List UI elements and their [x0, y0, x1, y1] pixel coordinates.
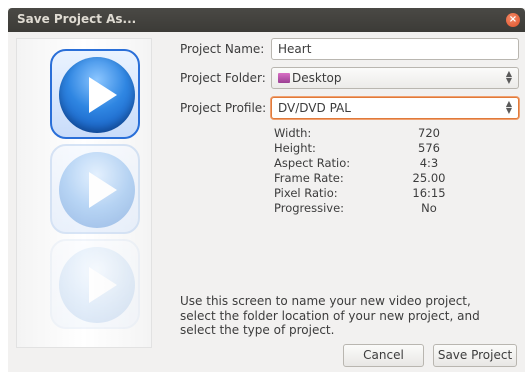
- project-folder-value: Desktop: [292, 71, 342, 85]
- help-line: Use this screen to name your new video p…: [180, 294, 471, 308]
- project-name-value: Heart: [278, 42, 312, 56]
- cancel-button[interactable]: Cancel: [343, 344, 424, 367]
- detail-value: 576: [418, 141, 440, 155]
- detail-value: 4:3: [419, 156, 439, 170]
- detail-name: Pixel Ratio:: [274, 186, 338, 200]
- detail-value: No: [421, 201, 437, 215]
- project-profile-select[interactable]: DV/DVD PAL ▲ ▼: [271, 97, 519, 119]
- project-profile-value: DV/DVD PAL: [278, 101, 351, 115]
- play-icon: [89, 172, 117, 208]
- titlebar: Save Project As... ×: [8, 8, 525, 32]
- detail-name: Frame Rate:: [274, 171, 344, 185]
- save-project-dialog: Save Project As... × Project Name: Heart…: [8, 8, 525, 372]
- play-icon: [89, 267, 117, 303]
- chevron-updown-icon: ▲ ▼: [505, 99, 512, 115]
- chevron-updown-icon: ▲ ▼: [505, 69, 512, 85]
- close-button[interactable]: ×: [506, 13, 520, 27]
- wizard-step-3: [50, 239, 140, 329]
- detail-value: 16:15: [412, 186, 446, 200]
- help-line: select the folder location of your new p…: [180, 308, 480, 323]
- window-title: Save Project As...: [17, 12, 137, 26]
- project-folder-label: Project Folder:: [180, 71, 266, 85]
- project-folder-select[interactable]: Desktop ▲ ▼: [271, 67, 519, 89]
- detail-value: 25.00: [412, 171, 446, 185]
- wizard-step-2: [50, 144, 140, 234]
- project-profile-label: Project Profile:: [180, 101, 267, 115]
- detail-name: Height:: [274, 141, 316, 155]
- project-name-input[interactable]: Heart: [271, 38, 519, 60]
- play-icon: [89, 77, 117, 113]
- wizard-step-1: [50, 49, 140, 139]
- help-line: select the type of project.: [180, 323, 335, 337]
- desktop-top-strip: [0, 0, 525, 8]
- help-text: Use this screen to name your new video p…: [180, 294, 500, 338]
- close-icon: ×: [508, 14, 518, 25]
- wizard-steps-panel: [16, 38, 152, 348]
- folder-icon: [278, 73, 290, 83]
- detail-name: Aspect Ratio:: [274, 156, 351, 170]
- detail-value: 720: [418, 126, 440, 140]
- detail-name: Width:: [274, 126, 312, 140]
- project-name-label: Project Name:: [180, 42, 265, 56]
- save-project-button[interactable]: Save Project: [433, 344, 517, 367]
- detail-name: Progressive:: [274, 201, 345, 215]
